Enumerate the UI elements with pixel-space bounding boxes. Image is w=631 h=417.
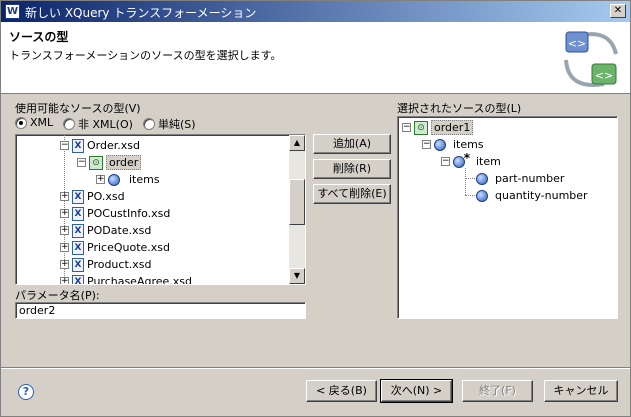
tree-item-pricequote-xsd[interactable]: + X PriceQuote.xsd bbox=[60, 239, 170, 256]
tree-item-label: order1 bbox=[431, 120, 474, 135]
radio-non-xml-label: 非 XML(O) bbox=[78, 118, 133, 131]
expand-icon[interactable]: + bbox=[60, 260, 69, 269]
tree-item-label: PO.xsd bbox=[87, 190, 125, 203]
collapse-icon[interactable]: − bbox=[77, 158, 86, 167]
transform-graphic-icon: <> <> bbox=[564, 31, 618, 87]
xml-element-icon: ⊙ bbox=[414, 120, 428, 135]
expand-icon[interactable]: + bbox=[60, 192, 69, 201]
expand-icon[interactable]: + bbox=[60, 209, 69, 218]
back-button[interactable]: < 戻る(B) bbox=[306, 380, 377, 402]
expand-icon[interactable]: + bbox=[96, 175, 105, 184]
radio-xml-label: XML bbox=[30, 116, 54, 129]
parameter-name-label: パラメータ名(P): bbox=[15, 289, 100, 302]
element-repeat-icon bbox=[453, 151, 470, 168]
collapse-icon[interactable]: − bbox=[441, 157, 450, 166]
available-types-label: 使用可能なソースの型(V) bbox=[15, 102, 141, 115]
tree-guide-line bbox=[465, 168, 466, 195]
tree-item-label: POCustInfo.xsd bbox=[87, 207, 171, 220]
xsd-file-icon: X bbox=[72, 223, 84, 238]
selected-types-label: 選択されたソースの型(L) bbox=[397, 102, 522, 115]
xsd-file-icon: X bbox=[72, 274, 84, 284]
element-icon bbox=[476, 172, 488, 185]
xsd-file-icon: X bbox=[72, 189, 84, 204]
tree-item-order-xsd[interactable]: − X Order.xsd bbox=[60, 137, 140, 154]
tree-item-label: PurchaseAgree.xsd bbox=[87, 275, 192, 285]
page-description: トランスフォーメーションのソースの型を選択します。 bbox=[9, 49, 282, 62]
tree-item-label: items bbox=[453, 138, 484, 151]
tree-guide-line bbox=[465, 195, 475, 196]
selected-types-tree[interactable]: − ⊙ order1 − items − item part-number qu… bbox=[397, 116, 618, 319]
tree-item-label: item bbox=[476, 155, 501, 168]
tree-item-label: Product.xsd bbox=[87, 258, 152, 271]
tree-item-po-xsd[interactable]: + X PO.xsd bbox=[60, 188, 125, 205]
tree-item-items[interactable]: + items bbox=[96, 171, 160, 188]
xsd-file-icon: X bbox=[72, 257, 84, 272]
collapse-icon[interactable]: − bbox=[422, 140, 431, 149]
tree-item-pocustinfo-xsd[interactable]: + X POCustInfo.xsd bbox=[60, 205, 170, 222]
tree-item-part-number[interactable]: part-number bbox=[476, 170, 564, 187]
tree-item-items[interactable]: − items bbox=[422, 136, 484, 153]
radio-non-xml-indicator bbox=[63, 118, 75, 130]
tree-guide-line bbox=[465, 178, 475, 179]
finish-button[interactable]: 終了(F) bbox=[462, 380, 533, 402]
xsd-file-icon: X bbox=[72, 138, 84, 153]
cancel-button[interactable]: キャンセル bbox=[544, 380, 618, 402]
available-types-tree[interactable]: − X Order.xsd − ⊙ order + items + X PO.x… bbox=[15, 134, 306, 285]
expand-icon[interactable]: + bbox=[60, 243, 69, 252]
title-bar: W 新しい XQuery トランスフォーメーション ✕ bbox=[1, 1, 630, 22]
tree-item-label: order bbox=[106, 155, 142, 170]
tree-item-label: items bbox=[129, 173, 160, 186]
radio-xml[interactable]: XML bbox=[15, 116, 53, 129]
tree-item-item[interactable]: − item bbox=[441, 151, 501, 170]
parameter-name-input[interactable]: order2 bbox=[15, 302, 306, 319]
tree-item-label: part-number bbox=[495, 172, 565, 185]
collapse-icon[interactable]: − bbox=[402, 123, 411, 132]
radio-simple-label: 単純(S) bbox=[158, 118, 196, 131]
tree-item-quantity-number[interactable]: quantity-number bbox=[476, 187, 588, 204]
radio-simple-indicator bbox=[143, 118, 155, 130]
tree-item-label: quantity-number bbox=[495, 189, 588, 202]
tree-item-order1[interactable]: − ⊙ order1 bbox=[402, 119, 474, 136]
help-icon[interactable]: ? bbox=[18, 384, 34, 400]
tree-item-podate-xsd[interactable]: + X PODate.xsd bbox=[60, 222, 151, 239]
svg-text:<>: <> bbox=[568, 37, 586, 50]
page-title: ソースの型 bbox=[9, 30, 69, 44]
scroll-thumb[interactable] bbox=[289, 179, 305, 225]
tree-item-label: PriceQuote.xsd bbox=[87, 241, 170, 254]
element-icon bbox=[108, 173, 120, 186]
tree-item-product-xsd[interactable]: + X Product.xsd bbox=[60, 256, 152, 273]
tree-item-order[interactable]: − ⊙ order bbox=[77, 154, 142, 171]
scroll-up-icon[interactable]: ▲ bbox=[289, 135, 305, 151]
tree-item-purchaseagree-xsd[interactable]: + X PurchaseAgree.xsd bbox=[60, 273, 192, 285]
footer-divider bbox=[1, 367, 630, 369]
next-button[interactable]: 次へ(N) > bbox=[380, 379, 453, 403]
remove-all-button[interactable]: すべて削除(E) bbox=[313, 184, 391, 204]
xsd-file-icon: X bbox=[72, 206, 84, 221]
radio-xml-indicator bbox=[15, 116, 27, 129]
tree-item-label: PODate.xsd bbox=[87, 224, 152, 237]
window-title: 新しい XQuery トランスフォーメーション bbox=[25, 6, 257, 20]
svg-text:<>: <> bbox=[595, 69, 613, 82]
remove-button[interactable]: 削除(R) bbox=[313, 159, 391, 179]
element-icon bbox=[476, 189, 488, 202]
expand-icon[interactable]: + bbox=[60, 277, 69, 284]
collapse-icon[interactable]: − bbox=[60, 141, 69, 150]
scroll-down-icon[interactable]: ▼ bbox=[289, 268, 305, 284]
tree-item-label: Order.xsd bbox=[87, 139, 140, 152]
element-icon bbox=[434, 138, 446, 151]
radio-non-xml[interactable]: 非 XML(O) bbox=[63, 116, 133, 132]
app-logo-icon: W bbox=[5, 4, 20, 19]
wizard-header: ソースの型 トランスフォーメーションのソースの型を選択します。 <> <> bbox=[1, 22, 630, 94]
close-button[interactable]: ✕ bbox=[610, 4, 626, 18]
add-button[interactable]: 追加(A) bbox=[313, 134, 391, 154]
xquery-transformation-dialog: W 新しい XQuery トランスフォーメーション ✕ ソースの型 トランスフォ… bbox=[0, 0, 631, 417]
tree-scrollbar[interactable]: ▲ ▼ bbox=[289, 135, 305, 284]
xsd-file-icon: X bbox=[72, 240, 84, 255]
radio-simple[interactable]: 単純(S) bbox=[143, 116, 196, 132]
expand-icon[interactable]: + bbox=[60, 226, 69, 235]
xml-element-icon: ⊙ bbox=[89, 155, 103, 170]
